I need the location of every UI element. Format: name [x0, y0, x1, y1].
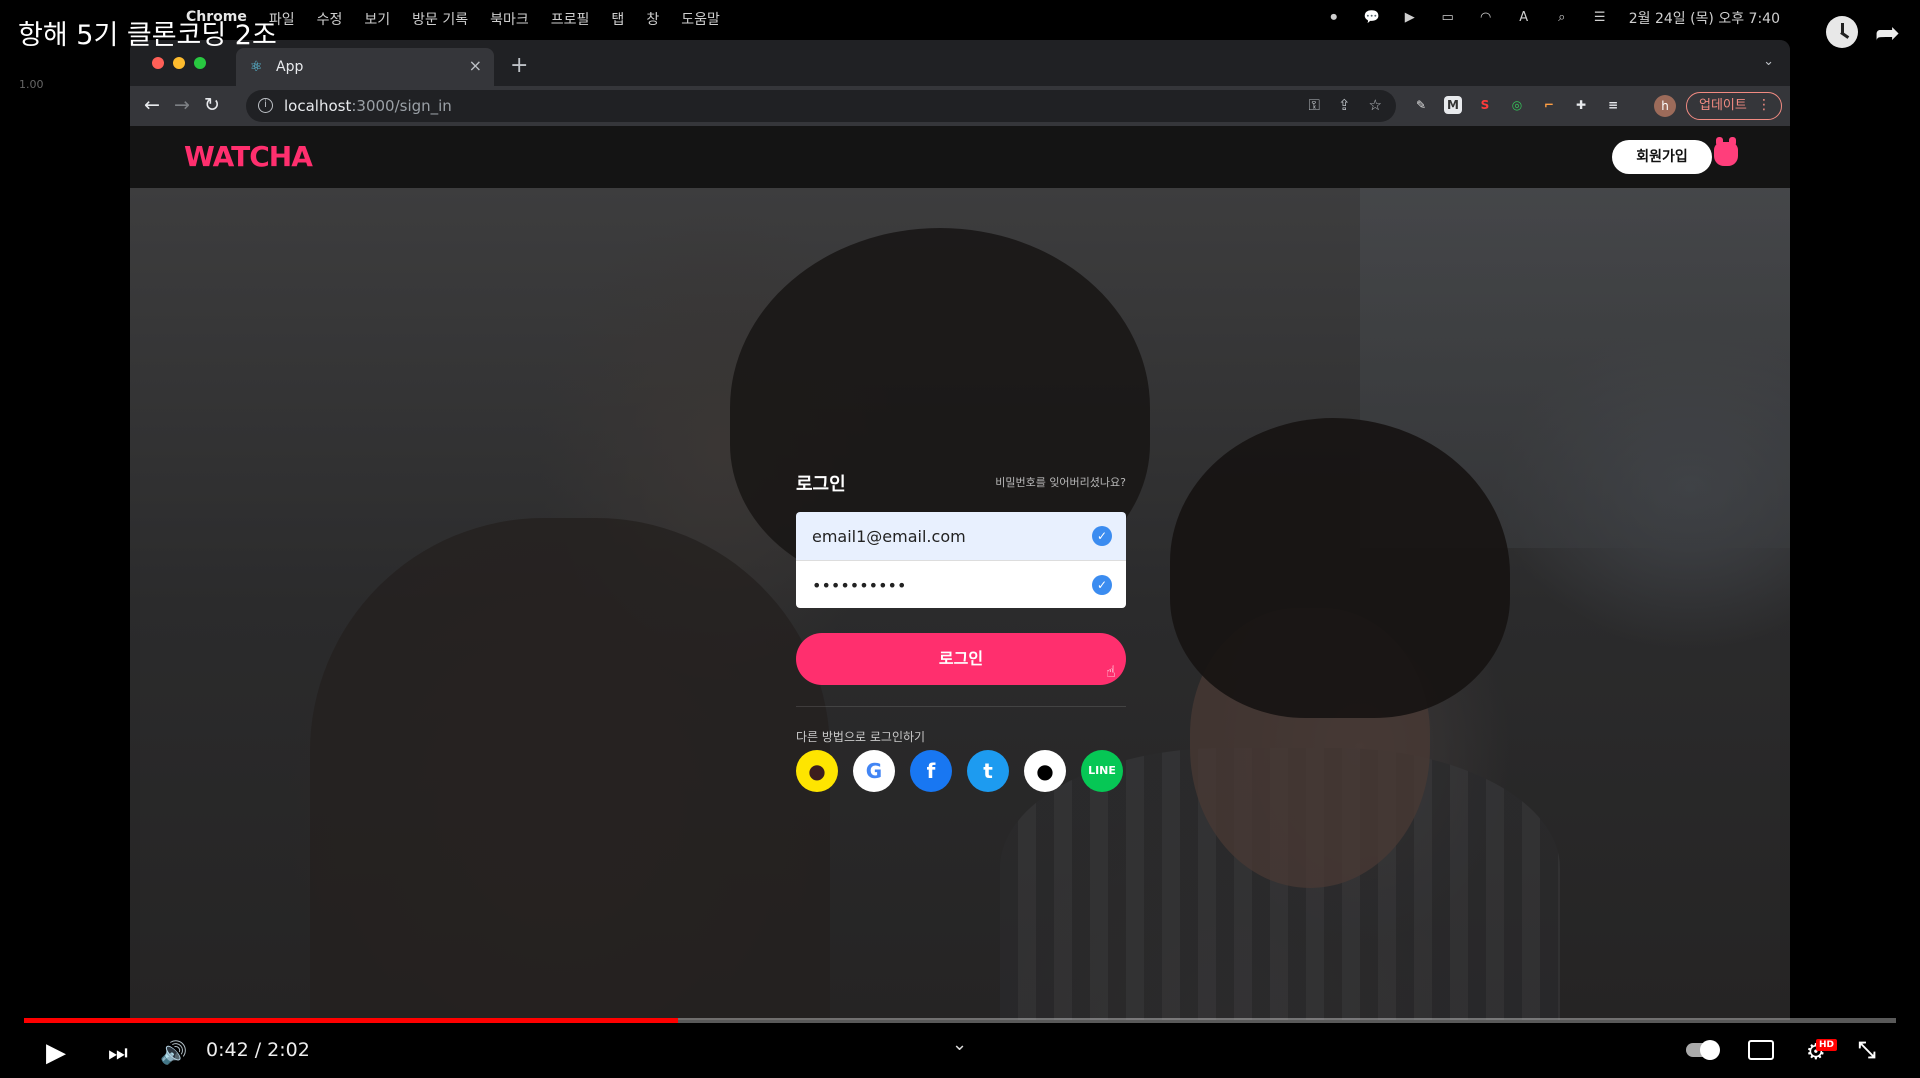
new-tab-button[interactable]: +: [510, 53, 528, 78]
apple-login-icon[interactable]: ●: [1024, 750, 1066, 792]
email-field[interactable]: email1@email.com ✓: [796, 512, 1126, 560]
circle-extension-icon[interactable]: ◎: [1508, 96, 1526, 114]
share-arrow-icon[interactable]: ➦: [1875, 16, 1900, 51]
menu-tab[interactable]: 탭: [611, 9, 624, 29]
record-icon[interactable]: ⏺: [1325, 10, 1343, 26]
input-source-icon[interactable]: A: [1515, 10, 1533, 26]
play-circle-icon[interactable]: ▶: [1401, 10, 1419, 26]
s-extension-icon[interactable]: S: [1476, 96, 1494, 114]
time-display: 0:42 / 2:02: [206, 1039, 310, 1061]
kakao-login-icon[interactable]: ●: [796, 750, 838, 792]
control-center-icon[interactable]: ☰: [1591, 10, 1609, 26]
site-header: WATCHA 회원가입: [130, 126, 1790, 188]
reading-list-icon[interactable]: ≡: [1604, 96, 1622, 114]
battery-icon[interactable]: ▭: [1439, 10, 1457, 26]
password-value: ••••••••••: [812, 576, 907, 595]
menu-window[interactable]: 창: [646, 9, 659, 29]
watch-later-icon[interactable]: [1826, 16, 1858, 48]
macos-menubar: Chrome 파일 수정 보기 방문 기록 북마크 프로필 탭 창 도움말 ⏺ …: [0, 0, 1920, 34]
watcha-logo[interactable]: WATCHA: [184, 140, 313, 173]
menubar-datetime[interactable]: 2월 24일 (목) 오후 7:40: [1629, 8, 1780, 28]
tab-strip: ⚛ App × + ⌄: [130, 40, 1790, 86]
line-login-icon[interactable]: LINE: [1081, 750, 1123, 792]
tab-search-chevron-icon[interactable]: ⌄: [1763, 54, 1774, 69]
bookmark-star-icon[interactable]: ☆: [1369, 96, 1382, 114]
back-icon[interactable]: ←: [144, 94, 160, 116]
play-icon[interactable]: ▶: [46, 1038, 66, 1068]
check-icon: ✓: [1092, 526, 1112, 546]
login-title: 로그인: [796, 474, 846, 495]
window-controls: [152, 57, 206, 69]
menu-history[interactable]: 방문 기록: [412, 9, 468, 29]
zoom-window-button[interactable]: [194, 57, 206, 69]
update-button[interactable]: 업데이트 ⋮: [1686, 92, 1782, 120]
site-info-icon[interactable]: i: [258, 98, 273, 113]
other-login-label: 다른 방법으로 로그인하기: [796, 730, 926, 744]
wifi-icon[interactable]: ◠: [1477, 10, 1495, 26]
status-area: ⏺ 💬 ▶ ▭ ◠ A ⌕ ☰ 2월 24일 (목) 오후 7:40: [1325, 8, 1780, 28]
bg-figure-left: [310, 518, 830, 1020]
mascot-icon: [1714, 137, 1738, 166]
key-icon[interactable]: ⚿: [1309, 96, 1320, 114]
menu-help[interactable]: 도움말: [681, 9, 720, 29]
progress-played: [24, 1018, 679, 1023]
update-label: 업데이트: [1699, 98, 1747, 113]
spotlight-search-icon[interactable]: ⌕: [1553, 10, 1571, 26]
chapter-chevron-icon[interactable]: ⌄: [952, 1034, 967, 1055]
browser-toolbar: ← → ↻ i localhost:3000/sign_in ⚿ ⇪ ☆ ✎ M…: [130, 86, 1790, 126]
address-bar[interactable]: i localhost:3000/sign_in ⚿ ⇪ ☆: [246, 90, 1396, 122]
check-icon: ✓: [1092, 575, 1112, 595]
hd-badge: HD: [1816, 1039, 1838, 1051]
puzzle-extensions-icon[interactable]: ✚: [1572, 96, 1590, 114]
video-title[interactable]: 항해 5기 클론코딩 2조: [18, 13, 277, 52]
signup-button[interactable]: 회원가입: [1612, 140, 1712, 174]
tab-title: App: [276, 59, 304, 75]
page-viewport: WATCHA 회원가입 로그인 비밀번호를 잊어버리셨나요? email1@em…: [130, 126, 1790, 1020]
m-extension-icon[interactable]: M: [1444, 96, 1462, 114]
volume-icon[interactable]: 🔊: [160, 1041, 187, 1066]
divider: [796, 706, 1126, 707]
react-icon: ⚛: [250, 59, 263, 75]
pen-extension-icon[interactable]: ✎: [1412, 96, 1430, 114]
progress-bar[interactable]: [24, 1018, 1896, 1023]
tab-app[interactable]: ⚛ App ×: [236, 48, 494, 86]
email-value: email1@email.com: [812, 527, 966, 546]
minimize-window-button[interactable]: [173, 57, 185, 69]
more-menu-icon: ⋮: [1757, 97, 1771, 113]
forgot-password-link[interactable]: 비밀번호를 잊어버리셨나요?: [995, 474, 1126, 490]
playback-speed: 1.00: [19, 78, 44, 91]
tab-close-icon[interactable]: ×: [469, 56, 482, 75]
url-text[interactable]: localhost:3000/sign_in: [284, 97, 452, 115]
profile-avatar[interactable]: h: [1654, 95, 1676, 117]
omnibox-actions: ⚿ ⇪ ☆: [1309, 96, 1382, 114]
pointer-cursor-icon: ☝: [1106, 662, 1116, 681]
extensions-bar: ✎ M S ◎ ⌐ ✚ ≡: [1412, 96, 1622, 114]
chat-icon[interactable]: 💬: [1363, 10, 1381, 26]
close-window-button[interactable]: [152, 57, 164, 69]
password-field[interactable]: •••••••••• ✓: [796, 560, 1126, 608]
menu-view[interactable]: 보기: [364, 9, 390, 29]
next-icon[interactable]: ⏭: [108, 1041, 128, 1066]
chrome-window: ⚛ App × + ⌄ ← → ↻ i localhost:3000/sign_…: [130, 40, 1790, 1020]
menu-bookmarks[interactable]: 북마크: [490, 9, 529, 29]
social-login-buttons: ● G f t ● LINE: [796, 750, 1123, 792]
autoplay-toggle[interactable]: [1686, 1040, 1720, 1060]
share-icon[interactable]: ⇪: [1338, 96, 1351, 114]
forward-icon[interactable]: →: [174, 94, 190, 116]
login-button[interactable]: 로그인: [796, 633, 1126, 685]
google-login-icon[interactable]: G: [853, 750, 895, 792]
menu-profile[interactable]: 프로필: [551, 9, 590, 29]
menu-edit[interactable]: 수정: [317, 9, 343, 29]
facebook-login-icon[interactable]: f: [910, 750, 952, 792]
reload-icon[interactable]: ↻: [204, 94, 220, 116]
twitter-login-icon[interactable]: t: [967, 750, 1009, 792]
subtitles-icon[interactable]: [1748, 1040, 1774, 1060]
exit-fullscreen-icon[interactable]: ⤡: [1858, 1038, 1876, 1063]
bracket-extension-icon[interactable]: ⌐: [1540, 96, 1558, 114]
